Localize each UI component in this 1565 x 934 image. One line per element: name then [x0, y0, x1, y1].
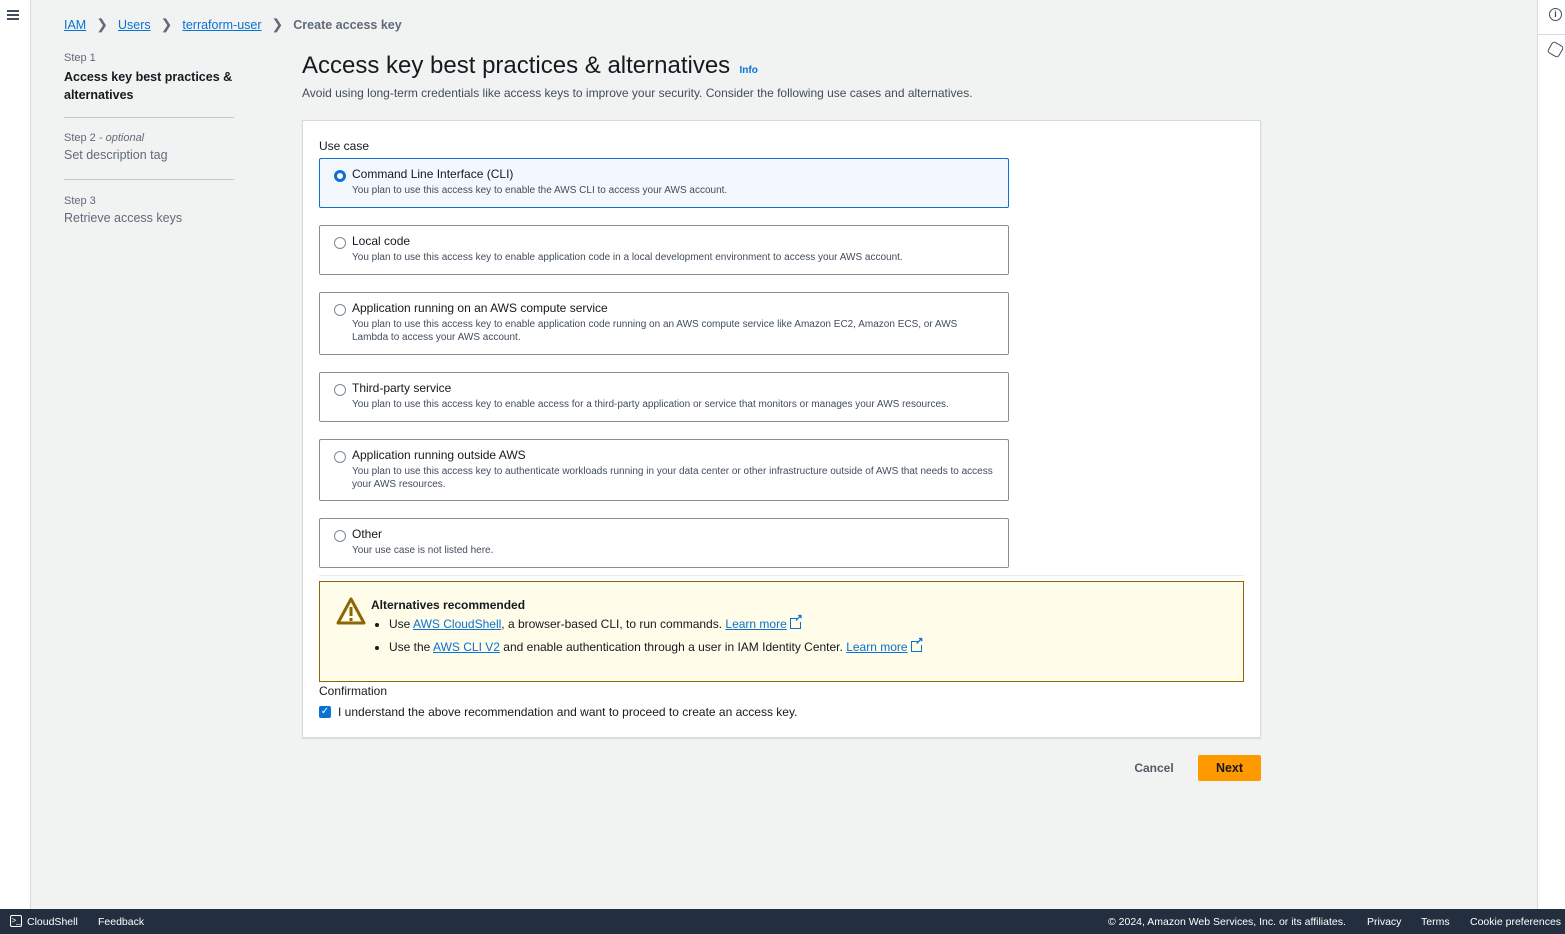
chevron-right-icon: ❯: [160, 16, 173, 32]
breadcrumb-user[interactable]: terraform-user: [182, 18, 261, 32]
cookie-preferences-link[interactable]: Cookie preferences: [1470, 916, 1561, 928]
cloudshell-icon[interactable]: >_: [10, 915, 22, 927]
step-title: Set description tag: [64, 148, 168, 162]
external-link-icon: [789, 613, 803, 629]
option-desc: You plan to use this access key to enabl…: [352, 185, 728, 196]
breadcrumb-iam[interactable]: IAM: [64, 18, 86, 32]
step-title: Access key best practices & alternatives: [64, 70, 233, 102]
cancel-button[interactable]: Cancel: [1128, 755, 1180, 781]
option-title: Application running outside AWS: [352, 448, 526, 462]
divider: [319, 575, 1244, 576]
warning-icon: [336, 597, 366, 625]
radio-selected[interactable]: [334, 170, 346, 182]
left-nav-rail: [0, 0, 31, 909]
page-title: Access key best practices & alternatives: [302, 52, 731, 79]
option-desc: Your use case is not listed here.: [352, 545, 494, 556]
learn-more-link[interactable]: Learn more: [725, 617, 786, 631]
option-title: Command Line Interface (CLI): [352, 167, 514, 181]
option-aws-compute[interactable]: Application running on an AWS compute se…: [319, 292, 1009, 355]
alert-item: Use the AWS CLI V2 and enable authentica…: [389, 636, 1243, 654]
radio[interactable]: [334, 384, 346, 396]
info-link[interactable]: Info: [740, 65, 758, 76]
cloudshell-link[interactable]: AWS CloudShell: [413, 617, 501, 631]
wizard-step-1: Step 1 Access key best practices & alter…: [64, 52, 234, 104]
step-label: Step 3: [64, 195, 96, 207]
cloudshell-button[interactable]: CloudShell: [27, 916, 78, 928]
alert-item: Use AWS CloudShell, a browser-based CLI,…: [389, 613, 1243, 631]
radio[interactable]: [334, 530, 346, 542]
option-title: Third-party service: [352, 381, 452, 395]
footer: >_ CloudShell Feedback © 2024, Amazon We…: [0, 909, 1565, 934]
use-case-label: Use case: [319, 139, 370, 153]
confirmation-text: I understand the above recommendation an…: [338, 705, 798, 719]
step-optional: - optional: [98, 132, 145, 144]
right-tools-rail: i: [1537, 0, 1565, 909]
terms-link[interactable]: Terms: [1421, 916, 1450, 928]
alternatives-alert: Alternatives recommended Use AWS CloudSh…: [319, 581, 1244, 682]
breadcrumb-users[interactable]: Users: [118, 18, 151, 32]
breadcrumb-current: Create access key: [293, 17, 402, 32]
breadcrumb: IAM ❯ Users ❯ terraform-user ❯ Create acces…: [64, 16, 402, 33]
next-button[interactable]: Next: [1198, 755, 1261, 781]
info-icon[interactable]: i: [1549, 8, 1562, 21]
option-third-party[interactable]: Third-party service You plan to use this …: [319, 372, 1009, 422]
wizard-step-3[interactable]: Step 3 Retrieve access keys: [64, 195, 234, 227]
wizard-step-2[interactable]: Step 2 - optional Set description tag: [64, 132, 234, 164]
option-desc: You plan to use this access key to enabl…: [352, 252, 903, 263]
step-label: Step 2: [64, 132, 96, 144]
option-local-code[interactable]: Local code You plan to use this access ke…: [319, 225, 1009, 275]
page-header: Access key best practices & alternatives…: [302, 52, 973, 100]
radio[interactable]: [334, 304, 346, 316]
option-title: Local code: [352, 234, 411, 248]
step-title: Retrieve access keys: [64, 211, 183, 225]
chevron-right-icon: ❯: [271, 16, 284, 32]
settings-hex-icon[interactable]: [1546, 40, 1565, 59]
menu-icon[interactable]: [7, 10, 19, 20]
privacy-link[interactable]: Privacy: [1367, 916, 1401, 928]
option-title: Application running on an AWS compute se…: [352, 301, 608, 315]
alert-title: Alternatives recommended: [371, 598, 526, 612]
option-desc: You plan to use this access key to authe…: [352, 466, 993, 490]
external-link-icon: [910, 636, 924, 652]
option-outside-aws[interactable]: Application running outside AWS You plan …: [319, 439, 1009, 501]
learn-more-link[interactable]: Learn more: [846, 640, 907, 654]
radio[interactable]: [334, 237, 346, 249]
page-description: Avoid using long-term credentials like a…: [302, 86, 973, 100]
chevron-right-icon: ❯: [96, 16, 108, 32]
feedback-link[interactable]: Feedback: [98, 916, 144, 928]
option-desc: You plan to use this access key to enabl…: [352, 319, 958, 343]
confirmation-checkbox-row[interactable]: ✓ I understand the above recommendation …: [319, 705, 797, 719]
divider: [64, 179, 234, 180]
step-label: Step 1: [64, 52, 96, 64]
option-cli[interactable]: Command Line Interface (CLI) You plan to …: [319, 158, 1009, 208]
aws-cli-v2-link[interactable]: AWS CLI V2: [433, 640, 500, 654]
checkbox-checked[interactable]: ✓: [319, 706, 331, 718]
divider: [64, 117, 234, 118]
copyright: © 2024, Amazon Web Services, Inc. or its…: [1108, 916, 1346, 928]
radio[interactable]: [334, 451, 346, 463]
confirmation-label: Confirmation: [319, 684, 388, 698]
option-title: Other: [352, 527, 383, 541]
option-other[interactable]: Other Your use case is not listed here.: [319, 518, 1009, 568]
option-desc: You plan to use this access key to enabl…: [352, 399, 949, 410]
